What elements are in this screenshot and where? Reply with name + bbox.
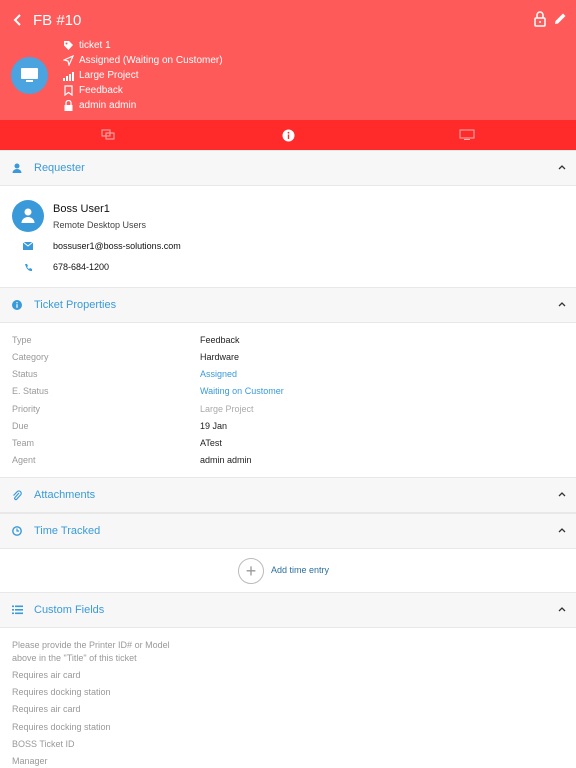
property-value-status[interactable]: Assigned (200, 369, 237, 379)
section-attachments[interactable]: Attachments (0, 477, 576, 513)
monitor-icon (459, 129, 475, 140)
info-icon (11, 299, 23, 311)
custom-field-label: Requires air card (12, 670, 81, 680)
chat-bubbles-icon (101, 129, 115, 140)
property-label-team: Team (12, 438, 35, 448)
section-title: Attachments (34, 489, 96, 501)
requester-group: Remote Desktop Users (53, 220, 147, 230)
ticket-header: FB #10 ticket 1 Assigned (Waiting on Cus… (0, 0, 576, 120)
custom-field-label: Please provide the Printer ID# or Model … (12, 640, 170, 663)
monitor-icon (21, 68, 38, 82)
custom-field-label: Manager (12, 756, 48, 766)
info-icon (282, 129, 294, 141)
property-value-team: ATest (200, 438, 222, 448)
chevron-up-icon (558, 165, 566, 170)
email-icon (23, 241, 33, 251)
lock-button[interactable] (533, 11, 547, 29)
header-row-status: Assigned (Waiting on Customer) (62, 53, 223, 68)
bookmark-icon (62, 85, 74, 97)
edit-button[interactable] (553, 12, 567, 28)
header-row-agent: admin admin (62, 98, 136, 113)
header-row-type: Feedback (62, 83, 123, 98)
clock-icon (11, 525, 23, 537)
tab-info[interactable] (258, 120, 318, 150)
property-value-category: Hardware (200, 352, 240, 362)
chevron-up-icon (558, 492, 566, 497)
section-custom-fields[interactable]: Custom Fields (0, 592, 576, 628)
section-title: Time Tracked (34, 525, 101, 537)
property-label-status: Status (12, 369, 38, 379)
custom-field-label: Requires docking station (12, 687, 111, 697)
property-label-e-status: E. Status (12, 386, 49, 396)
custom-field-label: Requires air card (12, 704, 81, 714)
chevron-up-icon (558, 607, 566, 612)
lock-icon (62, 100, 74, 112)
property-label-type: Type (12, 335, 32, 345)
tag-icon (62, 40, 74, 52)
header-row-priority: Large Project (62, 68, 138, 83)
property-value-type: Feedback (200, 335, 240, 345)
requester-avatar (12, 200, 44, 232)
property-label-category: Category (12, 352, 49, 362)
device-avatar (11, 57, 48, 94)
section-time-tracked[interactable]: Time Tracked (0, 513, 576, 549)
send-icon (62, 55, 74, 67)
property-value-agent: admin admin (200, 455, 252, 465)
lock-icon (534, 11, 546, 27)
property-label-due: Due (12, 421, 29, 431)
list-icon (11, 604, 23, 616)
property-label-agent: Agent (12, 455, 36, 465)
pencil-icon (555, 13, 566, 24)
section-requester[interactable]: Requester (0, 150, 576, 186)
property-value-due: 19 Jan (200, 421, 228, 431)
signal-bars-icon (62, 70, 74, 82)
add-time-entry-button[interactable]: + (238, 558, 264, 584)
paperclip-icon (11, 489, 23, 501)
back-button[interactable] (8, 10, 28, 32)
section-title: Ticket Properties (34, 299, 117, 311)
chevron-up-icon (558, 528, 566, 533)
phone-icon (23, 262, 33, 272)
add-time-entry-label[interactable]: Add time entry (271, 565, 329, 575)
tab-conversation[interactable] (78, 120, 138, 150)
tab-device[interactable] (437, 120, 497, 150)
tab-bar (0, 120, 576, 150)
property-value-priority: Large Project (200, 404, 254, 414)
ticket-title: FB #10 (33, 12, 82, 29)
chevron-left-icon (13, 14, 21, 26)
requester-email[interactable]: bossuser1@boss-solutions.com (53, 241, 181, 251)
section-ticket-properties[interactable]: Ticket Properties (0, 287, 576, 323)
property-label-priority: Priority (12, 404, 41, 414)
person-icon (21, 208, 35, 223)
chevron-up-icon (558, 302, 566, 307)
section-title: Requester (34, 162, 85, 174)
property-value-e-status[interactable]: Waiting on Customer (200, 386, 284, 396)
header-row-subject: ticket 1 (62, 38, 111, 53)
requester-phone[interactable]: 678-684-1200 (53, 262, 109, 272)
requester-name: Boss User1 (53, 203, 110, 215)
custom-field-label: BOSS Ticket ID (12, 739, 75, 749)
section-title: Custom Fields (34, 604, 105, 616)
person-icon (11, 162, 23, 174)
custom-field-label: Requires docking station (12, 722, 111, 732)
